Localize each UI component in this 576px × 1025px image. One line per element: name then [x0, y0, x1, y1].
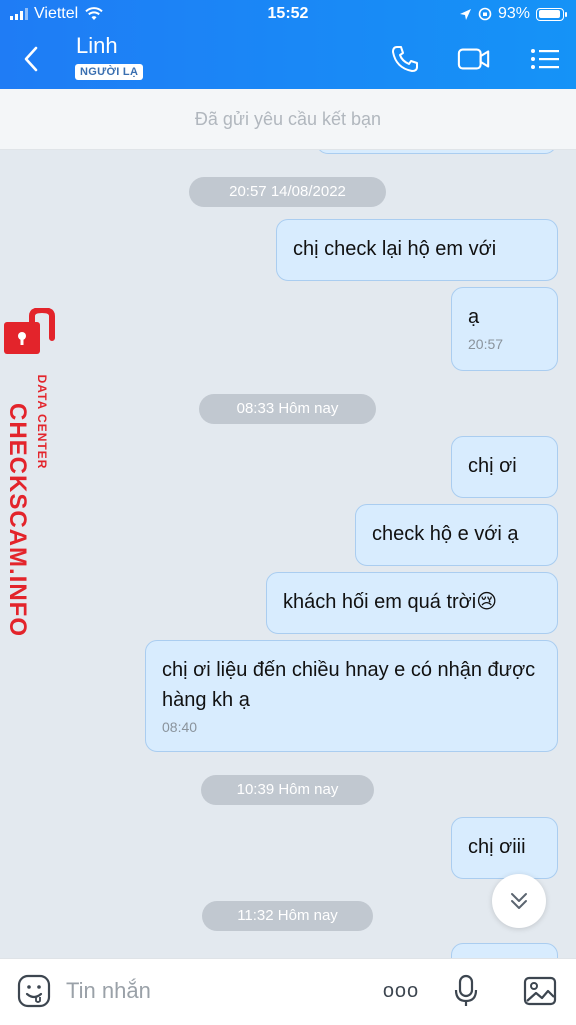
more-dots-icon: ooo: [382, 979, 420, 1002]
battery-icon: [536, 7, 567, 21]
message-text: chị check lại hộ em với: [293, 238, 497, 260]
scroll-to-bottom-button[interactable]: [492, 874, 546, 928]
back-button[interactable]: [16, 44, 46, 74]
watermark-subtitle: DATA CENTER: [35, 374, 49, 470]
timestamp-pill: 11:32 Hôm nay: [202, 901, 373, 931]
message-text: check hộ e với ạ: [372, 523, 519, 545]
gallery-button[interactable]: [522, 973, 558, 1009]
message-bubble[interactable]: chị ơi: [451, 436, 558, 498]
chat-header: Viettel 15:52 93% Linh NGƯỜI LẠ: [0, 0, 576, 89]
stranger-badge: NGƯỜI LẠ: [75, 64, 144, 80]
watermark-brand: CHECKSCAM.INFO: [4, 403, 31, 637]
friend-request-banner: Đã gửi yêu cầu kết bạn: [0, 89, 576, 150]
message-bubble[interactable]: chị check lại hộ em với: [276, 219, 558, 281]
message-time: 20:57: [468, 336, 504, 352]
message-bubble[interactable]: khách hối em quá trời😢: [266, 572, 558, 634]
image-gallery-icon: [523, 976, 557, 1006]
microphone-icon: [454, 974, 478, 1006]
menu-button[interactable]: [528, 42, 562, 76]
message-bubble[interactable]: chị ơi liệu đến chiều hnay e có nhận đượ…: [145, 640, 558, 752]
message-bubble[interactable]: chị ơiii: [451, 817, 558, 879]
orientation-lock-icon: [478, 7, 492, 21]
timestamp-pill: 10:39 Hôm nay: [201, 775, 374, 805]
padlock-icon: [4, 308, 55, 354]
video-call-button[interactable]: [457, 42, 491, 76]
list-menu-icon: [531, 49, 559, 69]
location-icon: [459, 8, 471, 20]
double-chevron-down-icon: [511, 893, 527, 909]
status-bar: Viettel 15:52 93%: [0, 0, 576, 30]
message-text: ạ: [468, 306, 480, 328]
emoji-sticker-icon: [17, 974, 51, 1008]
contact-name[interactable]: Linh: [76, 33, 118, 59]
sticker-button[interactable]: [16, 973, 52, 1009]
phone-icon: [392, 46, 418, 72]
timestamp-pill: 20:57 14/08/2022: [189, 177, 386, 207]
message-bubble-partial[interactable]: [451, 943, 558, 958]
message-bubble-partial[interactable]: [316, 150, 557, 154]
message-text: chị ơi liệu đến chiều hnay e có nhận đượ…: [162, 659, 536, 711]
voice-record-button[interactable]: [448, 973, 484, 1009]
message-bubble[interactable]: ạ 20:57: [451, 287, 558, 371]
timestamp-pill: 08:33 Hôm nay: [199, 394, 376, 424]
message-text: chị ơi: [468, 455, 517, 477]
chevron-left-icon: [24, 46, 38, 72]
message-time: 08:40: [162, 719, 198, 735]
message-input[interactable]: Tin nhắn: [66, 978, 151, 1004]
video-camera-icon: [457, 48, 490, 70]
more-options-button[interactable]: ooo: [382, 973, 420, 1009]
message-bubble[interactable]: check hộ e với ạ: [355, 504, 558, 566]
checkscam-watermark: DATA CENTER CHECKSCAM.INFO: [0, 306, 66, 637]
chat-area[interactable]: 20:57 14/08/2022 chị check lại hộ em với…: [0, 150, 576, 958]
call-button[interactable]: [388, 42, 422, 76]
battery-percent: 93%: [497, 5, 530, 22]
message-input-bar: Tin nhắn ooo: [0, 958, 576, 1025]
message-text: khách hối em quá trời😢: [283, 591, 498, 613]
message-text: chị ơiii: [468, 836, 526, 858]
